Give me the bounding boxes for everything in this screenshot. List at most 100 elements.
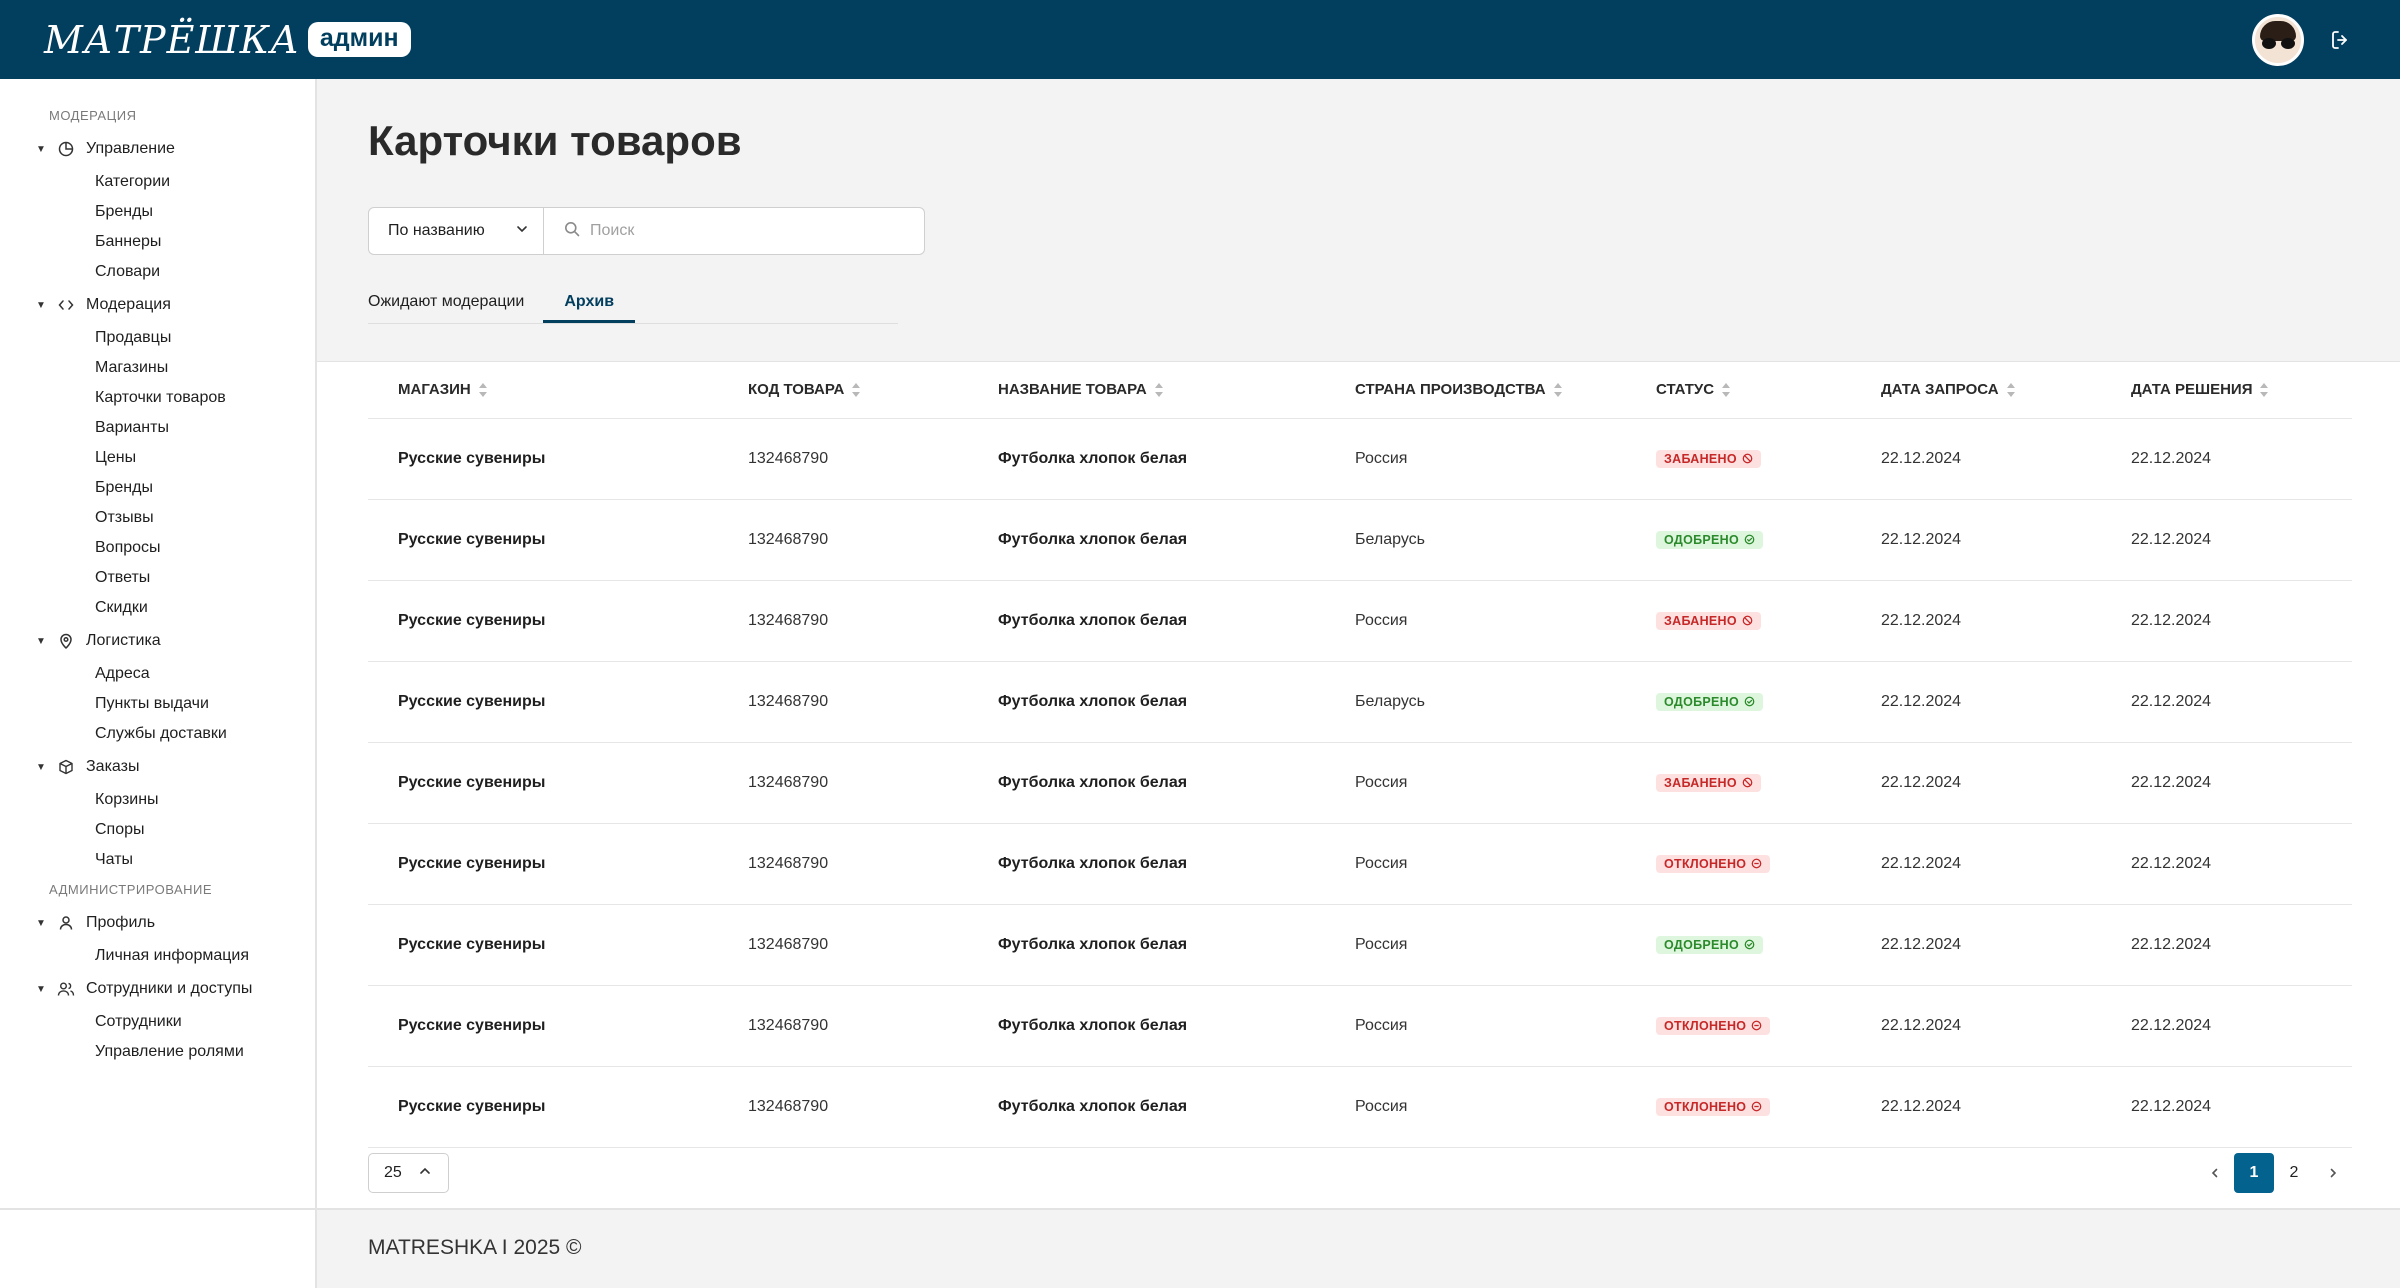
sidebar-item-chats[interactable]: Чаты xyxy=(0,845,315,875)
table-row[interactable]: Русские сувениры 132468790 Футболка хлоп… xyxy=(368,823,2352,905)
sort-icon[interactable] xyxy=(2006,383,2015,398)
sort-icon[interactable] xyxy=(478,383,487,398)
sidebar-group-label: Модерация xyxy=(86,296,171,313)
cell-country: Россия xyxy=(1325,742,1626,824)
check-circle-icon xyxy=(1744,939,1755,950)
logo-badge: админ xyxy=(307,22,411,57)
sidebar-item-discounts[interactable]: Скидки xyxy=(0,593,315,623)
logo[interactable]: МАТРЁШКА админ xyxy=(44,18,411,62)
chevron-up-icon xyxy=(418,1164,432,1183)
page-button-1[interactable]: 1 xyxy=(2234,1153,2274,1193)
table-row[interactable]: Русские сувениры 132468790 Футболка хлоп… xyxy=(368,418,2352,500)
cell-store: Русские сувениры xyxy=(368,418,718,500)
sidebar-item-delivery-services[interactable]: Службы доставки xyxy=(0,719,315,749)
logout-icon[interactable] xyxy=(2326,25,2356,55)
sidebar-item-shops[interactable]: Магазины xyxy=(0,353,315,383)
tab-archive[interactable]: Архив xyxy=(543,293,636,323)
sidebar-item-brands[interactable]: Бренды xyxy=(0,197,315,227)
column-header-request-date[interactable]: ДАТА ЗАПРОСА xyxy=(1851,362,2101,419)
sidebar-item-mod-brands[interactable]: Бренды xyxy=(0,473,315,503)
table-row[interactable]: Русские сувениры 132468790 Футболка хлоп… xyxy=(368,661,2352,743)
sidebar-item-product-cards[interactable]: Карточки товаров xyxy=(0,383,315,413)
tab-pending-moderation[interactable]: Ожидают модерации xyxy=(368,293,524,323)
sidebar-item-reviews[interactable]: Отзывы xyxy=(0,503,315,533)
column-header-decision-date[interactable]: ДАТА РЕШЕНИЯ xyxy=(2101,362,2352,419)
pagination: 1 2 xyxy=(2196,1153,2352,1193)
table-row[interactable]: Русские сувениры 132468790 Футболка хлоп… xyxy=(368,499,2352,581)
cell-request-date: 22.12.2024 xyxy=(1851,1066,2101,1148)
sidebar-item-disputes[interactable]: Споры xyxy=(0,815,315,845)
table-row[interactable]: Русские сувениры 132468790 Футболка хлоп… xyxy=(368,1066,2352,1148)
sidebar-group-orders[interactable]: ▼ Заказы xyxy=(0,749,315,785)
section-title-moderation: МОДЕРАЦИЯ xyxy=(49,108,137,123)
column-header-status[interactable]: СТАТУС xyxy=(1626,362,1851,419)
caret-down-icon: ▼ xyxy=(36,917,46,929)
sort-icon[interactable] xyxy=(1553,383,1562,398)
sidebar-item-banners[interactable]: Баннеры xyxy=(0,227,315,257)
status-badge: ОТКЛОНЕНО xyxy=(1656,1097,1771,1116)
pie-chart-icon xyxy=(56,139,76,159)
footer-copyright: MATRESHKA I 2025 © xyxy=(368,1236,582,1259)
section-title-admin: АДМИНИСТРИРОВАНИЕ xyxy=(49,882,213,897)
next-page-button[interactable] xyxy=(2314,1153,2352,1193)
search-icon xyxy=(564,221,580,242)
sidebar-item-dictionaries[interactable]: Словари xyxy=(0,257,315,287)
sort-icon[interactable] xyxy=(852,383,861,398)
search-filter-select[interactable]: По названию xyxy=(368,207,544,255)
search-filter-label: По названию xyxy=(388,222,485,239)
sort-icon[interactable] xyxy=(1722,383,1731,398)
cell-name: Футболка хлопок белая xyxy=(968,661,1325,743)
cell-country: Россия xyxy=(1325,985,1626,1067)
sidebar-item-questions[interactable]: Вопросы xyxy=(0,533,315,563)
table-row[interactable]: Русские сувениры 132468790 Футболка хлоп… xyxy=(368,742,2352,824)
page-size-select[interactable]: 25 xyxy=(368,1153,449,1193)
chevron-left-icon xyxy=(2211,1168,2218,1178)
cell-country: Россия xyxy=(1325,580,1626,662)
column-header-name[interactable]: НАЗВАНИЕ ТОВАРА xyxy=(968,362,1325,419)
sidebar-item-addresses[interactable]: Адреса xyxy=(0,659,315,689)
prev-page-button[interactable] xyxy=(2196,1153,2234,1193)
sidebar-group-moderation[interactable]: ▼ Модерация xyxy=(0,287,315,323)
sidebar-item-prices[interactable]: Цены xyxy=(0,443,315,473)
sort-icon[interactable] xyxy=(1154,383,1163,398)
sidebar-item-categories[interactable]: Категории xyxy=(0,167,315,197)
sidebar-group-management[interactable]: ▼ Управление xyxy=(0,131,315,167)
sort-icon[interactable] xyxy=(2260,383,2269,398)
check-circle-icon xyxy=(1744,534,1755,545)
page-button-2[interactable]: 2 xyxy=(2274,1153,2314,1193)
table-header-row: МАГАЗИН КОД ТОВАРА НАЗВАНИЕ ТОВАРА СТРАН… xyxy=(368,362,2352,419)
cell-status: ОТКЛОНЕНО xyxy=(1626,1066,1851,1148)
sidebar-group-profile[interactable]: ▼ Профиль xyxy=(0,905,315,941)
cell-store: Русские сувениры xyxy=(368,823,718,905)
table-row[interactable]: Русские сувениры 132468790 Футболка хлоп… xyxy=(368,985,2352,1067)
cell-name: Футболка хлопок белая xyxy=(968,580,1325,662)
footer-sidebar-area xyxy=(0,1210,317,1288)
table-row[interactable]: Русские сувениры 132468790 Футболка хлоп… xyxy=(368,580,2352,662)
sidebar-item-sellers[interactable]: Продавцы xyxy=(0,323,315,353)
cell-request-date: 22.12.2024 xyxy=(1851,418,2101,500)
search-input[interactable] xyxy=(590,222,890,240)
column-header-store[interactable]: МАГАЗИН xyxy=(368,362,718,419)
sidebar-group-label: Логистика xyxy=(86,632,161,649)
caret-down-icon: ▼ xyxy=(36,635,46,647)
table-row[interactable]: Русские сувениры 132468790 Футболка хлоп… xyxy=(368,904,2352,986)
cell-country: Россия xyxy=(1325,904,1626,986)
cell-code: 132468790 xyxy=(718,985,968,1067)
sidebar-group-logistics[interactable]: ▼ Логистика xyxy=(0,623,315,659)
sidebar-item-carts[interactable]: Корзины xyxy=(0,785,315,815)
avatar[interactable] xyxy=(2252,13,2304,66)
sidebar-item-pickup-points[interactable]: Пункты выдачи xyxy=(0,689,315,719)
sidebar-item-answers[interactable]: Ответы xyxy=(0,563,315,593)
table-panel: МАГАЗИН КОД ТОВАРА НАЗВАНИЕ ТОВАРА СТРАН… xyxy=(317,361,2400,1208)
sidebar-group-staff[interactable]: ▼ Сотрудники и доступы xyxy=(0,971,315,1007)
top-header: МАТРЁШКА админ xyxy=(0,0,2400,79)
sidebar-item-personal-info[interactable]: Личная информация xyxy=(0,941,315,971)
search-bar: По названию xyxy=(368,207,925,255)
sidebar-item-role-management[interactable]: Управление ролями xyxy=(0,1037,315,1067)
caret-down-icon: ▼ xyxy=(36,143,46,155)
cell-decision-date: 22.12.2024 xyxy=(2101,661,2352,743)
column-header-country[interactable]: СТРАНА ПРОИЗВОДСТВА xyxy=(1325,362,1626,419)
sidebar-item-employees[interactable]: Сотрудники xyxy=(0,1007,315,1037)
column-header-code[interactable]: КОД ТОВАРА xyxy=(718,362,968,419)
sidebar-item-variants[interactable]: Варианты xyxy=(0,413,315,443)
